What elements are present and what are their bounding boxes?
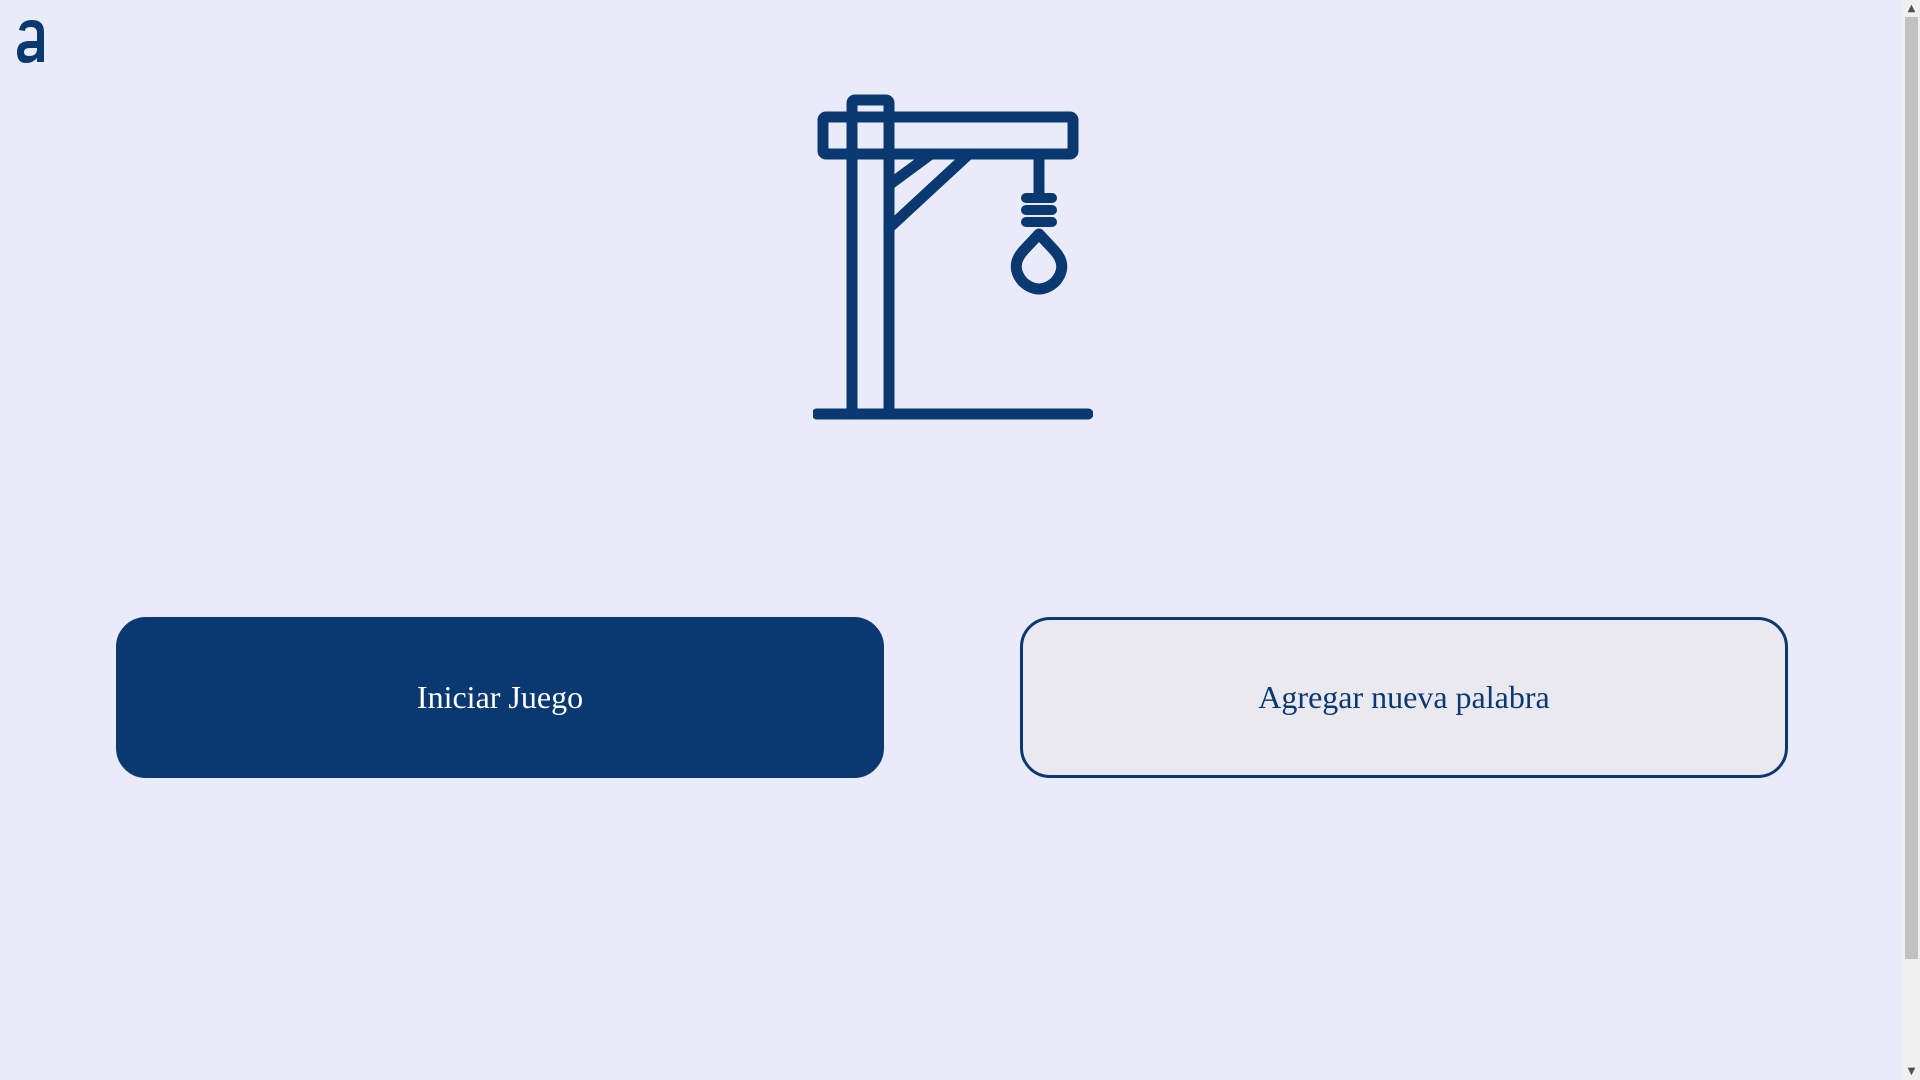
scroll-down-icon[interactable]: ▼: [1903, 1063, 1920, 1080]
add-word-button[interactable]: Agregar nueva palabra: [1020, 617, 1788, 778]
logo-icon[interactable]: [13, 16, 49, 66]
home-screen: Iniciar Juego Agregar nueva palabra ▲ ▼: [0, 0, 1920, 1080]
start-game-label: Iniciar Juego: [416, 679, 584, 715]
vertical-scrollbar[interactable]: ▲ ▼: [1903, 0, 1920, 1080]
start-game-button[interactable]: Iniciar Juego: [116, 617, 884, 778]
add-word-label: Agregar nueva palabra: [1258, 679, 1550, 715]
scroll-up-icon[interactable]: ▲: [1903, 0, 1920, 17]
scroll-thumb[interactable]: [1905, 17, 1918, 959]
gallows-icon: [813, 94, 1093, 420]
